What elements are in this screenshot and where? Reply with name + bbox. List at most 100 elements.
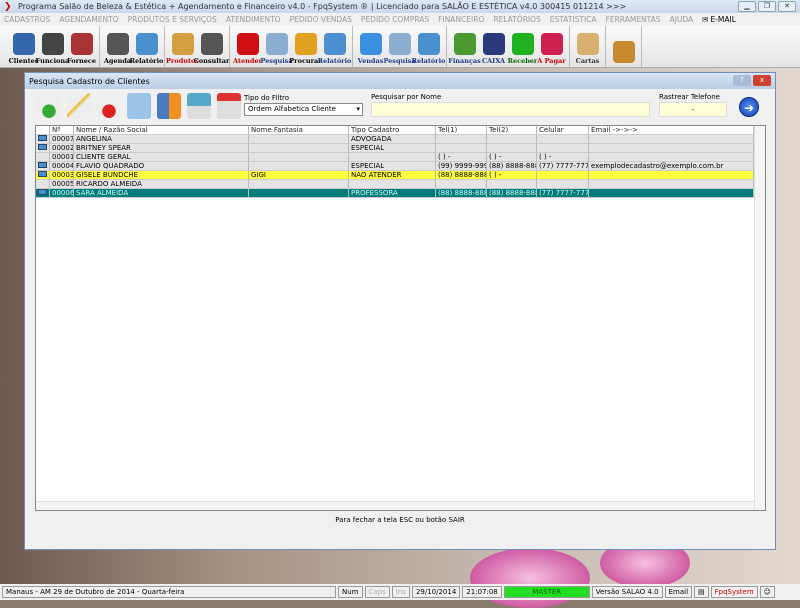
toolbar-button-label: Clientes [8, 57, 39, 65]
column-header[interactable] [36, 126, 50, 135]
dialog-title: Pesquisa Cadastro de Clientes [29, 76, 150, 86]
table-cell [487, 135, 537, 144]
image-icon[interactable] [187, 93, 211, 119]
toolbar-button-funciona[interactable]: Funciona [36, 26, 69, 68]
table-cell: BRITNEY SPEAR [74, 144, 249, 153]
table-row[interactable]: 00005 RICARDO ALMEIDA [36, 180, 765, 189]
add-icon[interactable] [37, 93, 61, 119]
search-input[interactable] [371, 102, 650, 117]
row-icon-cell [36, 180, 50, 189]
toolbar-button-clientes[interactable]: Clientes [9, 26, 38, 68]
close-button[interactable]: ✕ [778, 1, 796, 12]
toolbar-button-caixa[interactable]: CAIXA [479, 26, 508, 68]
menu-item-ajuda[interactable]: AJUDA [670, 15, 694, 24]
column-header[interactable]: Tel(2) [487, 126, 537, 135]
toolbar-button-relatório[interactable]: Relatório [129, 26, 164, 68]
email-icon[interactable] [217, 93, 241, 119]
table-cell [249, 144, 349, 153]
printer-icon[interactable]: ▤ [694, 586, 709, 598]
toolbar-button-label: Relatório [129, 57, 164, 65]
column-header[interactable]: Nº [50, 126, 74, 135]
menu-item-estatistica[interactable]: ESTATISTICA [550, 15, 597, 24]
menu-item-email[interactable]: ✉ E-MAIL [702, 15, 736, 24]
status-user: MASTER [503, 586, 590, 598]
column-header[interactable]: Nome / Razão Social [74, 126, 249, 135]
dialog-close-button[interactable]: x [753, 75, 771, 86]
toolbar-button-label: Relatório [317, 57, 352, 65]
table-row[interactable]: 00004 FLAVIO QUADRADO ESPECIAL (99) 9999-99… [36, 162, 765, 171]
menu-item-agendamento[interactable]: AGENDAMENTO [59, 15, 118, 24]
column-header[interactable]: Tel(1) [436, 126, 487, 135]
menu-item-relatórios[interactable]: RELATÓRIOS [493, 15, 540, 24]
clientes-icon [12, 33, 35, 55]
menu-email-label: E-MAIL [710, 15, 736, 24]
filter-select[interactable]: Ordem Alfabetica Cliente [244, 103, 363, 116]
help-button[interactable]: ? [733, 75, 751, 86]
menu-item-pedido-compras[interactable]: PEDIDO COMPRAS [361, 15, 429, 24]
user-icon: ☺ [759, 586, 775, 598]
print-icon[interactable] [127, 93, 151, 119]
delete-icon[interactable] [97, 93, 121, 119]
table-cell [249, 189, 349, 198]
table-row[interactable]: 00001 CLIENTE GERAL( ) -( ) -( ) - [36, 153, 765, 162]
table-cell [249, 135, 349, 144]
contact-card-icon[interactable] [157, 93, 181, 119]
toolbar-button-exit[interactable] [609, 26, 638, 68]
edit-icon[interactable] [67, 93, 91, 119]
column-header[interactable]: Nome Fantasia [249, 126, 349, 135]
toolbar-button-produtos[interactable]: Produtos [166, 26, 199, 68]
agenda-icon [106, 33, 129, 55]
horizontal-scrollbar[interactable] [36, 501, 754, 510]
restore-button[interactable]: ❐ [758, 1, 776, 12]
status-num: Num [338, 586, 363, 598]
menu-item-produtos-e-serviços[interactable]: PRODUTOS E SERVIÇOS [128, 15, 217, 24]
dialog-titlebar: Pesquisa Cadastro de Clientes [25, 73, 775, 89]
column-header[interactable]: Tipo Cadastro [349, 126, 436, 135]
status-version: Versão SALAO 4.0 [591, 586, 663, 598]
toolbar-button-atender[interactable]: Atender [233, 26, 262, 68]
column-header[interactable]: Email ->->-> [589, 126, 754, 135]
table-cell: ( ) - [436, 153, 487, 162]
toolbar-button-receber[interactable]: Receber [508, 26, 537, 68]
toolbar-button-relatório[interactable]: Relatório [412, 26, 445, 68]
table-row[interactable]: 00003 GISELE BUNDCHE GIGI NAO ATENDER (88) 8… [36, 171, 765, 180]
pesquisa-icon [388, 33, 411, 55]
vertical-scrollbar[interactable] [754, 126, 765, 510]
contact-icon [38, 171, 47, 177]
finanças-icon [453, 33, 476, 55]
table-row[interactable]: 00006SARA ALMEIDAPROFESSORA(88) 8888-888… [36, 189, 765, 198]
toolbar-button-pesquisa[interactable]: Pesquisa [260, 26, 293, 68]
client-search-dialog: Pesquisa Cadastro de Clientes ? x Tipo d… [24, 72, 776, 550]
minimize-button[interactable]: ▁ [738, 1, 756, 12]
menu-item-atendimento[interactable]: ATENDIMENTO [226, 15, 281, 24]
toolbar-button-finanças[interactable]: Finanças [448, 26, 481, 68]
toolbar-button-cartas[interactable]: Cartas [573, 26, 602, 68]
table-cell: ADVOGADA [349, 135, 436, 144]
toolbar-button-procurar[interactable]: Procurar [289, 26, 322, 68]
menu-item-pedido-vendas[interactable]: PEDIDO VENDAS [290, 15, 352, 24]
toolbar-group [606, 26, 642, 67]
toolbar-button-agenda[interactable]: Agenda [103, 26, 132, 68]
column-header[interactable]: Celular [537, 126, 589, 135]
toolbar-button-consultar[interactable]: Consultar [194, 26, 229, 68]
search-go-button[interactable]: ➔ [739, 97, 759, 117]
menu-item-ferramentas[interactable]: FERRAMENTAS [606, 15, 661, 24]
status-date: 29/10/2014 [411, 586, 461, 598]
table-row[interactable]: 00007 ANGELINA ADVOGADA [36, 135, 765, 144]
caixa-icon [482, 33, 505, 55]
search-label: Pesquisar por Nome [371, 93, 442, 101]
table-cell [589, 189, 754, 198]
menu-item-cadastros[interactable]: CADASTROS [4, 15, 50, 24]
toolbar-button-label: CAIXA [481, 57, 506, 65]
menu-bar: CADASTROS AGENDAMENTO PRODUTOS E SERVIÇOS A… [0, 13, 800, 26]
toolbar-button-vendas[interactable]: Vendas [356, 26, 385, 68]
phone-input[interactable]: - [659, 102, 727, 117]
toolbar-button-a pagar[interactable]: A Pagar [537, 26, 566, 68]
toolbar-button-relatório[interactable]: Relatório [317, 26, 352, 68]
menu-item-financeiro[interactable]: FINANCEIRO [438, 15, 484, 24]
status-email[interactable]: Email [664, 586, 693, 598]
toolbar-button-fornece[interactable]: Fornece [67, 26, 96, 68]
toolbar-button-pesquisa[interactable]: Pesquisa [383, 26, 416, 68]
table-cell [589, 144, 754, 153]
table-row[interactable]: 00002 BRITNEY SPEAR ESPECIAL [36, 144, 765, 153]
